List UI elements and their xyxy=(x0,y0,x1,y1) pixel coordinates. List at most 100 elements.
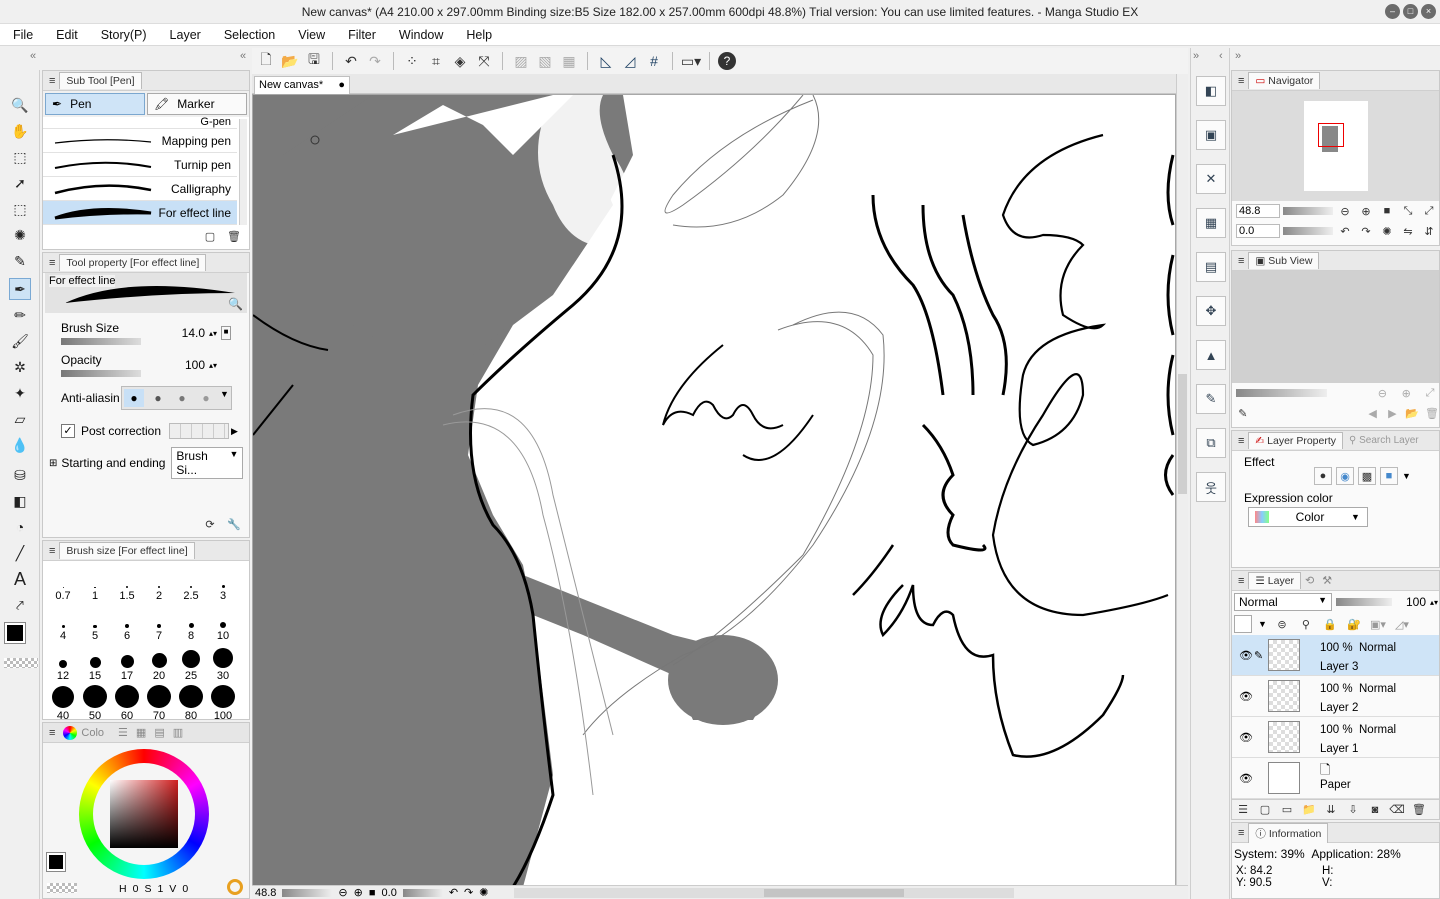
fit-icon[interactable]: ■ xyxy=(369,887,376,899)
collapse-subtool-icon[interactable]: « xyxy=(240,50,246,62)
nav-zoom-slider[interactable] xyxy=(1283,207,1333,215)
import-icon[interactable]: 📂 xyxy=(1405,404,1419,422)
brush-size-preset[interactable]: 5 xyxy=(79,605,111,645)
brush-size-tab[interactable]: Brush size [For effect line] xyxy=(59,542,195,559)
snap-grid-icon[interactable]: # xyxy=(644,51,664,71)
brush-list-scrollbar[interactable] xyxy=(239,119,247,225)
zoom-tool-icon[interactable]: 🔍 xyxy=(9,94,31,116)
navigator-tab[interactable]: ▭ Navigator xyxy=(1248,72,1321,89)
color-wheel[interactable] xyxy=(79,749,209,879)
brush-size-preset[interactable]: 60 xyxy=(111,685,143,725)
eye-icon[interactable]: 👁 xyxy=(1232,731,1254,744)
fit-width-icon[interactable]: ⤢ xyxy=(1420,202,1438,220)
menu-filter[interactable]: Filter xyxy=(335,28,386,42)
next-icon[interactable]: ▶ xyxy=(1386,404,1400,422)
material-background-icon[interactable]: ▲ xyxy=(1196,340,1226,370)
eye-icon[interactable]: 👁 xyxy=(1232,772,1254,785)
undo-icon[interactable]: ↶ xyxy=(341,51,361,71)
open-folder-icon[interactable]: 📂 xyxy=(280,51,300,71)
brush-size-preset[interactable]: 20 xyxy=(143,645,175,685)
horizontal-scrollbar[interactable] xyxy=(514,887,1015,898)
subview-tab[interactable]: ▣ Sub View xyxy=(1248,252,1320,269)
layer-row[interactable]: 👁 100 % Normal Layer 2 xyxy=(1232,676,1439,717)
crop-icon[interactable]: ⌗ xyxy=(426,51,446,71)
transparent-swatch[interactable] xyxy=(47,883,77,893)
pencil-tool-icon[interactable]: ✏ xyxy=(9,304,31,326)
nav-angle-slider[interactable] xyxy=(1283,227,1333,235)
menu-story[interactable]: Story(P) xyxy=(88,28,157,42)
antialias-none-icon[interactable]: ● xyxy=(124,389,144,407)
ruler-icon[interactable]: ◿▾ xyxy=(1393,615,1411,633)
size-menu-icon[interactable]: ■ xyxy=(221,326,232,340)
menu-window[interactable]: Window xyxy=(386,28,453,42)
panel-menu-icon[interactable]: ≡ xyxy=(49,75,55,87)
hand-tool-icon[interactable]: ✋ xyxy=(9,120,31,142)
text-tool-icon[interactable]: A xyxy=(9,568,31,590)
zoom-in-icon[interactable]: ⊕ xyxy=(1357,202,1375,220)
eyedropper-icon[interactable]: ✎ xyxy=(1236,404,1250,422)
menu-view[interactable]: View xyxy=(285,28,335,42)
brush-size-preset[interactable]: 7 xyxy=(143,605,175,645)
transfer-down-icon[interactable]: ⇊ xyxy=(1322,801,1340,819)
lock-alpha-icon[interactable]: 🔐 xyxy=(1345,615,1363,633)
zoom-in-icon[interactable]: ⊕ xyxy=(1397,384,1415,402)
fill-tool-icon[interactable]: ⛁ xyxy=(9,464,31,486)
tone-icon[interactable]: ▩ xyxy=(1358,467,1376,485)
brush-size-value[interactable]: 14.0 xyxy=(161,326,205,340)
layer-menu-icon[interactable]: ☰ xyxy=(1234,801,1252,819)
angle-value[interactable]: 0.0 xyxy=(382,887,397,899)
material-pattern-icon[interactable]: ▦ xyxy=(1196,208,1226,238)
blend-tool-icon[interactable]: 💧 xyxy=(9,434,31,456)
flip-h-icon[interactable]: ⇋ xyxy=(1399,222,1417,240)
reset-icon[interactable]: ⟳ xyxy=(201,515,219,533)
spin-icon[interactable]: ▴▾ xyxy=(209,361,217,370)
merge-down-icon[interactable]: ⇩ xyxy=(1344,801,1362,819)
menu-layer[interactable]: Layer xyxy=(157,28,211,42)
start-end-select[interactable]: Brush Si... ▼ xyxy=(171,447,244,479)
clip-icon[interactable]: ⊜ xyxy=(1273,615,1291,633)
mask-icon[interactable]: ▣▾ xyxy=(1369,615,1387,633)
approx-color-tab-icon[interactable]: ▥ xyxy=(173,726,183,739)
layer-property-tab[interactable]: ✍ Layer Property xyxy=(1248,432,1344,449)
intermediate-color-tab-icon[interactable]: ▤ xyxy=(154,726,164,739)
brush-size-preset[interactable]: 17 xyxy=(111,645,143,685)
brush-tool-icon[interactable]: 🖌 xyxy=(9,330,31,352)
brush-size-preset[interactable]: 30 xyxy=(207,645,239,685)
prev-icon[interactable]: ◀ xyxy=(1366,404,1380,422)
deselect-icon[interactable]: ⁘ xyxy=(402,51,422,71)
zoom-slider[interactable] xyxy=(282,888,333,897)
information-tab[interactable]: ⓘ Information xyxy=(1248,822,1329,843)
tool-tab-icon[interactable]: ⚒ xyxy=(1322,574,1332,587)
apply-mask-icon[interactable]: ⌫ xyxy=(1388,801,1406,819)
delete-subtool-icon[interactable]: 🗑 xyxy=(225,227,243,245)
main-color-swatch[interactable] xyxy=(4,622,26,644)
brush-item-calligraphy[interactable]: Calligraphy xyxy=(43,177,237,201)
fg-color-swatch[interactable] xyxy=(46,852,66,872)
preview-zoom-icon[interactable]: 🔍 xyxy=(228,297,243,311)
post-correction-slider[interactable] xyxy=(169,423,230,439)
spin-icon[interactable]: ▴▾ xyxy=(209,329,217,338)
decoration-tool-icon[interactable]: ✦ xyxy=(9,382,31,404)
layer-opacity-slider[interactable] xyxy=(1336,598,1392,606)
layer-color-icon[interactable]: ■ xyxy=(1380,467,1398,485)
post-correction-checkbox[interactable]: ✓ xyxy=(61,424,75,438)
material-edit-icon[interactable]: ✎ xyxy=(1196,384,1226,414)
reset-rotate-icon[interactable]: ✺ xyxy=(479,886,488,899)
line-tool-icon[interactable]: ╱ xyxy=(9,542,31,564)
brush-size-preset[interactable]: 10 xyxy=(207,605,239,645)
gradient-tool-icon[interactable]: ◧ xyxy=(9,490,31,512)
actual-size-icon[interactable]: ■ xyxy=(1378,202,1396,220)
figure-tool-icon[interactable]: ◔ xyxy=(9,516,31,538)
reference-icon[interactable]: ⚲ xyxy=(1297,615,1315,633)
tool-property-tab[interactable]: Tool property [For effect line] xyxy=(59,254,207,271)
new-folder-icon[interactable]: 📁 xyxy=(1300,801,1318,819)
zoom-value[interactable]: 48.8 xyxy=(255,887,276,899)
brush-size-preset[interactable]: 25 xyxy=(175,645,207,685)
chevron-down-icon[interactable]: ▼ xyxy=(1258,619,1267,629)
redo-icon[interactable]: ↷ xyxy=(365,51,385,71)
antialias-strong-icon[interactable]: ● xyxy=(196,389,216,407)
new-subtool-icon[interactable]: ▢ xyxy=(201,227,219,245)
fill-icon[interactable]: ◈ xyxy=(450,51,470,71)
panel-menu-icon[interactable]: ≡ xyxy=(1238,575,1244,587)
zoom-out-icon[interactable]: ⊖ xyxy=(1336,202,1354,220)
